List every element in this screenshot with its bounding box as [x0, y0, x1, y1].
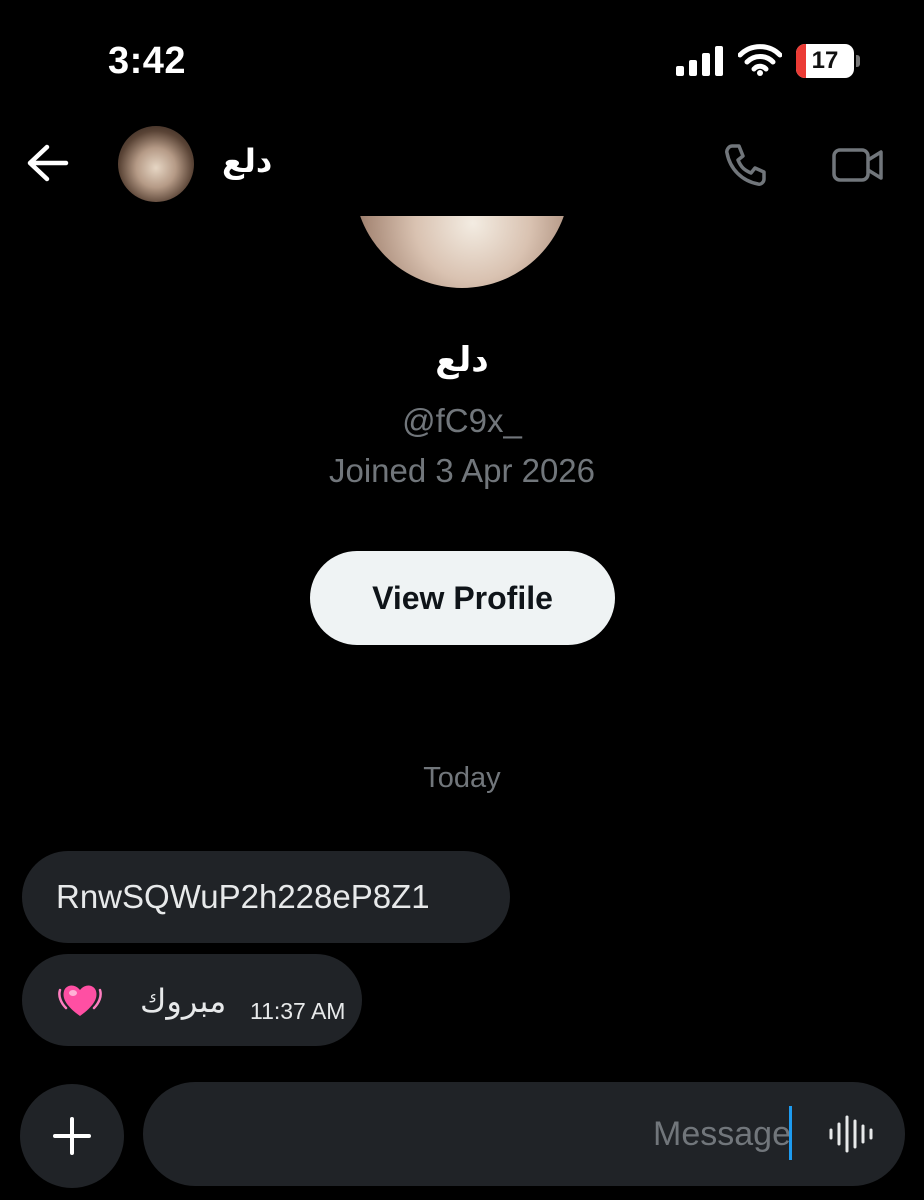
battery-indicator: 17: [796, 44, 860, 78]
heart-emoji-icon: [58, 985, 102, 1016]
wifi-icon: [738, 44, 782, 76]
avatar[interactable]: [118, 126, 194, 202]
message-composer: [143, 1082, 905, 1186]
voice-message-button[interactable]: [825, 1114, 877, 1154]
message-bubble[interactable]: مبروك 11:37 AM: [22, 954, 362, 1046]
date-separator: Today: [423, 762, 501, 794]
message-timestamp: 11:37 AM: [250, 998, 346, 1024]
profile-joined-date: Joined 3 Apr 2026: [328, 452, 596, 489]
back-button[interactable]: [22, 140, 72, 186]
text-cursor: [789, 1106, 792, 1160]
header-name[interactable]: دلع: [222, 142, 272, 180]
status-time: 3:42: [108, 40, 187, 82]
arrow-left-icon: [27, 144, 69, 182]
battery-nub: [856, 55, 860, 67]
message-input[interactable]: [183, 1106, 791, 1162]
profile-avatar[interactable]: [354, 216, 570, 288]
message-text: مبروك: [140, 983, 227, 1019]
battery-level: 17: [811, 47, 839, 74]
call-button[interactable]: [718, 138, 772, 192]
profile-handle: @fC9x_: [402, 402, 522, 439]
message-text: RnwSQWuP2h228eP8Z1: [56, 878, 430, 915]
audio-waveform-icon: [829, 1115, 873, 1153]
profile-avatar-image: [354, 216, 570, 288]
video-call-button[interactable]: [828, 138, 888, 192]
phone-icon: [725, 144, 766, 186]
cellular-signal-icon: [676, 46, 723, 76]
status-bar: 3:42 17: [0, 0, 924, 110]
message-bubble[interactable]: RnwSQWuP2h228eP8Z1: [22, 851, 510, 943]
video-camera-icon: [832, 148, 883, 182]
view-profile-button[interactable]: View Profile: [310, 551, 615, 645]
profile-name: دلع: [435, 341, 489, 379]
add-attachment-button[interactable]: [20, 1084, 124, 1188]
plus-icon: [53, 1117, 91, 1155]
battery-body: 17: [796, 44, 854, 78]
conversation-header: دلع: [0, 118, 924, 208]
